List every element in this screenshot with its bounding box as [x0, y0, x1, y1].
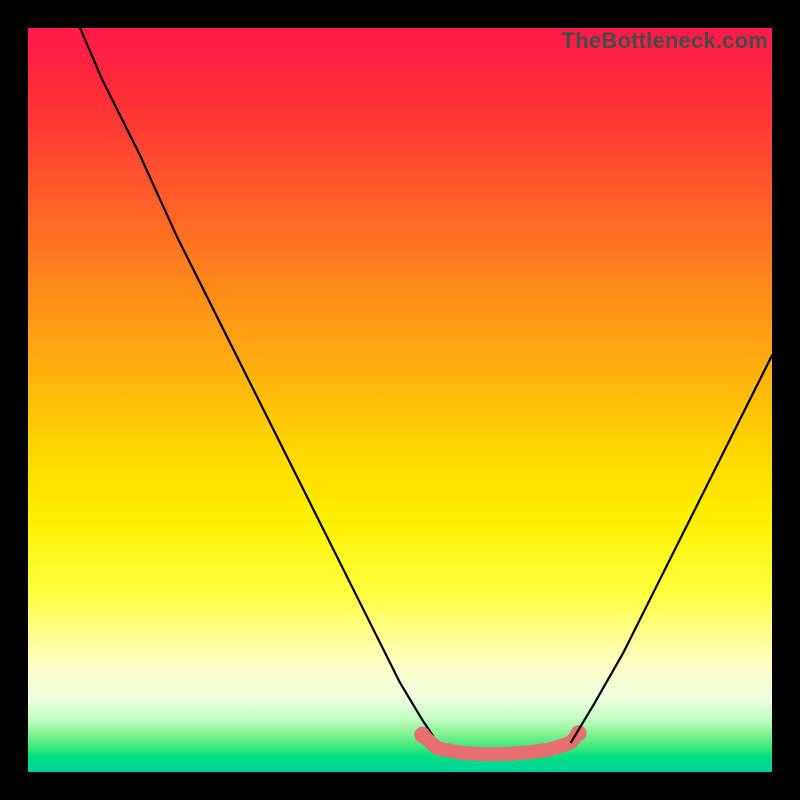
chart-svg: [28, 28, 772, 772]
series-flat-marker: [422, 733, 578, 754]
chart-frame: TheBottleneck.com: [0, 0, 800, 800]
series-left-curve: [80, 28, 452, 750]
plot-area: TheBottleneck.com: [28, 28, 772, 772]
series-right-curve: [571, 355, 772, 742]
series-flat-marker-endpoint: [414, 727, 430, 743]
